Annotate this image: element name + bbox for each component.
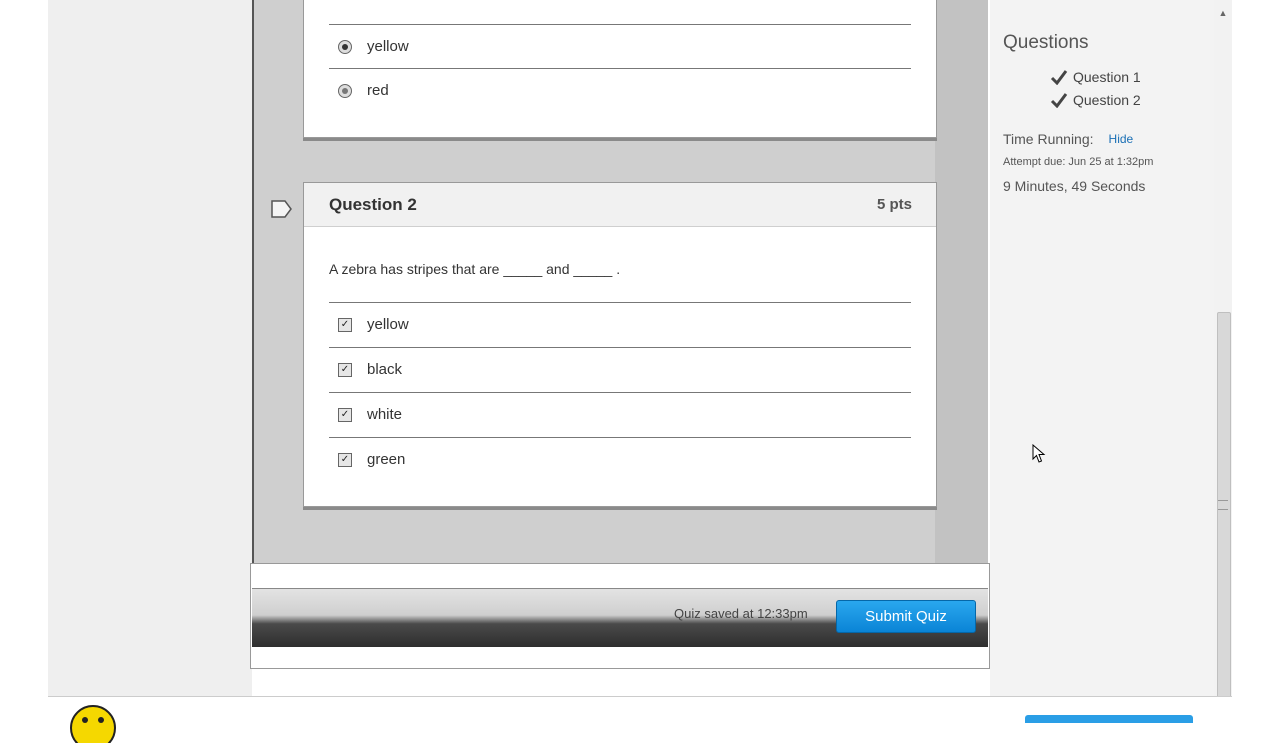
answer-option[interactable]: ✓ white (329, 392, 911, 436)
answer-option[interactable]: ✓ yellow (329, 302, 911, 346)
checkbox-checked[interactable]: ✓ (338, 452, 352, 467)
answer-option[interactable]: ✓ green (329, 437, 911, 481)
hide-timer-link[interactable]: Hide (1109, 132, 1134, 146)
right-gutter (1232, 0, 1280, 720)
question-header: Question 2 5 pts (304, 183, 936, 227)
question-points: 5 pts (876, 196, 912, 213)
answer-label: white (367, 406, 403, 423)
question-2-card: Question 2 5 pts A zebra has stripes tha… (303, 182, 937, 507)
answer-label: red (367, 82, 389, 99)
sidebar-question-link[interactable]: Question 1 (1050, 69, 1141, 85)
attempt-due: Attempt due: Jun 25 at 1:32pm (1003, 156, 1154, 168)
question-title: Question 2 (329, 194, 417, 214)
answer-option[interactable]: yellow (329, 24, 911, 68)
sidebar-question-link[interactable]: Question 2 (1050, 92, 1141, 108)
checkbox-checked[interactable]: ✓ (338, 317, 352, 332)
smiley-logo-icon (70, 705, 116, 743)
checkbox-checked[interactable]: ✓ (338, 407, 352, 422)
answer-label: yellow (367, 316, 409, 333)
mouse-cursor-icon (1032, 444, 1046, 463)
bottom-action-button[interactable] (1025, 715, 1193, 723)
question-1-card: yellow red (303, 0, 937, 138)
left-panel (48, 0, 252, 696)
time-running-label: Time Running: (1003, 131, 1094, 147)
elapsed-time: 9 Minutes, 49 Seconds (1003, 178, 1146, 194)
question-text: A zebra has stripes that are _____ and _… (329, 261, 621, 277)
radio-button-selected[interactable] (338, 39, 352, 54)
time-running-row: Time Running: Hide (1003, 131, 1133, 147)
sidebar-question-label: Question 2 (1073, 92, 1141, 108)
saved-status: Quiz saved at 12:33pm (674, 606, 808, 621)
sidebar-title: Questions (1003, 32, 1089, 53)
radio-button[interactable] (338, 83, 352, 98)
flag-question-icon[interactable] (271, 200, 293, 218)
answer-label: green (367, 451, 406, 468)
checkbox-checked[interactable]: ✓ (338, 362, 352, 377)
checkmark-icon (1050, 70, 1068, 85)
submit-quiz-button[interactable]: Submit Quiz (836, 600, 976, 633)
left-gutter (0, 0, 48, 720)
answer-label: black (367, 361, 403, 378)
checkmark-icon (1050, 93, 1068, 108)
sidebar-question-label: Question 1 (1073, 69, 1141, 85)
quiz-content-shade (935, 0, 988, 563)
answer-option[interactable]: red (329, 68, 911, 112)
scroll-up-arrow-icon[interactable]: ▲ (1217, 8, 1229, 18)
answer-label: yellow (367, 38, 409, 55)
scrollbar-grip-icon (1218, 500, 1228, 510)
answer-option[interactable]: ✓ black (329, 347, 911, 391)
